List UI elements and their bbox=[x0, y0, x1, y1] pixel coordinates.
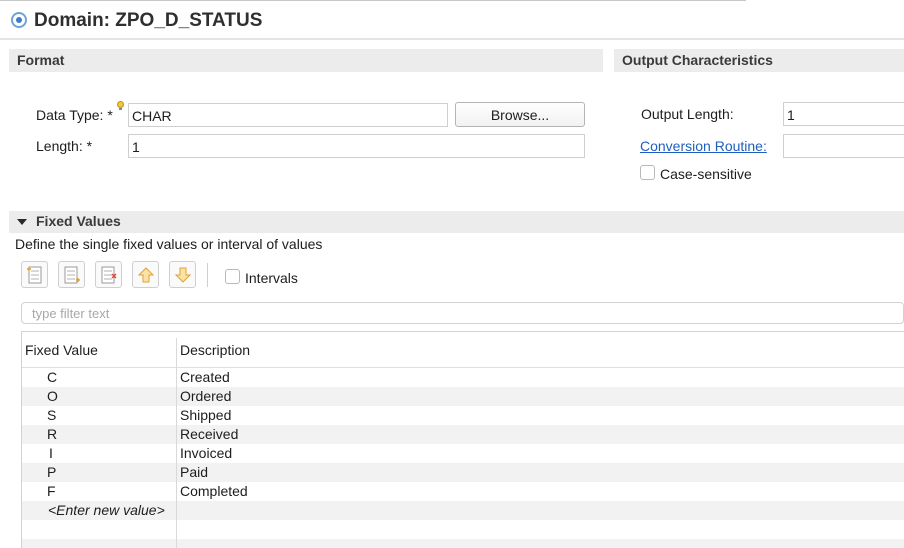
table-row[interactable]: P Paid bbox=[22, 463, 904, 482]
column-separator[interactable] bbox=[176, 338, 177, 548]
intervals-checkbox[interactable] bbox=[225, 269, 240, 284]
content-assist-bulb-icon bbox=[117, 101, 124, 110]
description-cell[interactable]: Shipped bbox=[180, 407, 231, 423]
page-title: Domain: ZPO_D_STATUS bbox=[34, 10, 263, 31]
move-up-button[interactable] bbox=[132, 261, 159, 288]
description-cell[interactable]: Ordered bbox=[180, 388, 231, 404]
intervals-label: Intervals bbox=[245, 270, 298, 286]
toolbar-separator bbox=[207, 263, 208, 287]
empty-row bbox=[22, 520, 904, 539]
length-input[interactable]: 1 bbox=[128, 134, 585, 158]
table-row[interactable]: C Created bbox=[22, 368, 904, 387]
filter-input[interactable]: type filter text bbox=[21, 302, 904, 324]
add-value-button[interactable] bbox=[21, 261, 48, 288]
fixed-value-cell[interactable]: C bbox=[47, 369, 57, 385]
conversion-routine-input[interactable] bbox=[783, 134, 904, 158]
insert-value-icon bbox=[64, 266, 80, 284]
fixed-value-cell[interactable]: S bbox=[47, 407, 56, 423]
table-row[interactable]: O Ordered bbox=[22, 387, 904, 406]
description-cell[interactable]: Completed bbox=[180, 483, 248, 499]
fixed-values-description: Define the single fixed values or interv… bbox=[15, 236, 323, 252]
fixed-value-cell[interactable]: R bbox=[47, 426, 57, 442]
editor-title-bar: Domain: ZPO_D_STATUS bbox=[0, 0, 746, 40]
case-sensitive-checkbox[interactable] bbox=[640, 165, 655, 180]
browse-button[interactable]: Browse... bbox=[455, 102, 585, 127]
case-sensitive-label: Case-sensitive bbox=[660, 166, 752, 182]
length-label: Length: * bbox=[36, 138, 93, 154]
delete-value-button[interactable] bbox=[95, 261, 122, 288]
fixed-value-cell[interactable]: F bbox=[47, 483, 56, 499]
column-header-description[interactable]: Description bbox=[180, 342, 250, 358]
title-divider bbox=[0, 38, 904, 40]
conversion-routine-link[interactable]: Conversion Routine: bbox=[640, 138, 767, 154]
insert-value-button[interactable] bbox=[58, 261, 85, 288]
delete-value-icon bbox=[101, 266, 117, 284]
format-section-header: Format bbox=[9, 49, 603, 72]
description-cell[interactable]: Created bbox=[180, 369, 230, 385]
enter-new-value-cell[interactable]: <Enter new value> bbox=[48, 502, 165, 518]
description-cell[interactable]: Invoiced bbox=[180, 445, 232, 461]
fixed-values-table: Fixed Value Description C Created O Orde… bbox=[21, 331, 904, 548]
data-type-label: Data Type: * bbox=[36, 107, 113, 123]
output-length-label: Output Length: bbox=[641, 106, 734, 122]
move-down-icon bbox=[174, 267, 192, 283]
output-section-header: Output Characteristics bbox=[614, 49, 904, 72]
table-row[interactable]: R Received bbox=[22, 425, 904, 444]
collapse-triangle-icon[interactable] bbox=[17, 219, 27, 225]
description-cell[interactable]: Received bbox=[180, 426, 238, 442]
table-row[interactable]: S Shipped bbox=[22, 406, 904, 425]
fixed-values-title: Fixed Values bbox=[36, 213, 121, 229]
fixed-value-cell[interactable]: P bbox=[47, 464, 56, 480]
fixed-value-cell[interactable]: O bbox=[47, 388, 58, 404]
fixed-value-cell[interactable]: I bbox=[49, 445, 53, 461]
output-length-input[interactable]: 1 bbox=[783, 102, 904, 126]
table-row[interactable]: F Completed bbox=[22, 482, 904, 501]
move-down-button[interactable] bbox=[169, 261, 196, 288]
fixed-values-section-header[interactable]: Fixed Values bbox=[9, 211, 904, 233]
description-cell[interactable]: Paid bbox=[180, 464, 208, 480]
column-header-fixed-value[interactable]: Fixed Value bbox=[25, 342, 98, 358]
data-type-input[interactable]: CHAR bbox=[128, 103, 448, 127]
move-up-icon bbox=[137, 267, 155, 283]
add-value-icon bbox=[27, 266, 42, 284]
domain-icon bbox=[11, 12, 27, 28]
table-row[interactable]: I Invoiced bbox=[22, 444, 904, 463]
empty-row bbox=[22, 539, 904, 548]
new-value-row[interactable]: <Enter new value> bbox=[22, 501, 904, 520]
